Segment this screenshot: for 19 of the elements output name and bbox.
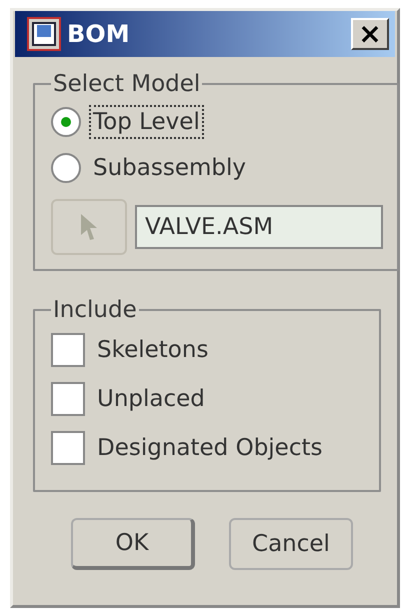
window-title: BOM [67, 20, 130, 48]
dialog-button[interactable]: Cancel [229, 518, 353, 570]
group-title: Select Model [52, 71, 202, 97]
checkbox[interactable] [51, 332, 85, 366]
checkbox[interactable] [51, 382, 85, 416]
dialog-button[interactable]: OK [71, 518, 195, 570]
radio-label: Subassembly [92, 154, 247, 183]
radio-button[interactable] [51, 153, 81, 183]
cursor-icon [80, 213, 98, 241]
checkbox-label: Unplaced [96, 384, 206, 414]
checkbox[interactable] [51, 430, 85, 464]
window-icon [27, 17, 61, 51]
model-name-field[interactable]: VALVE.ASM [135, 205, 383, 249]
checkbox-label: Designated Objects [96, 434, 324, 462]
checkbox-label: Skeletons [96, 336, 210, 364]
radio-label: Top Level [89, 105, 204, 139]
group-title: Include [52, 297, 138, 323]
radio-button[interactable] [51, 107, 81, 137]
close-button[interactable]: × [351, 18, 389, 50]
